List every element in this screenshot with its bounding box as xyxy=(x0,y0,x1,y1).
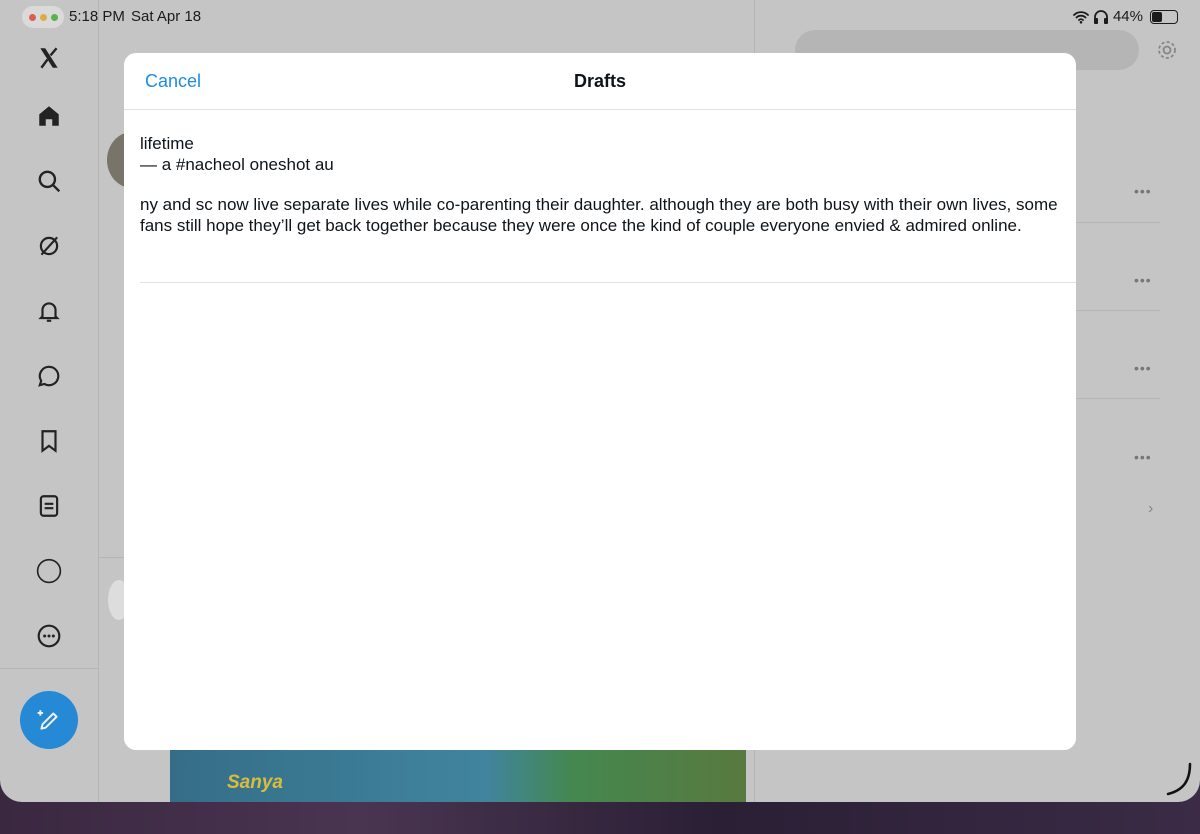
draft-line: — a #nacheol oneshot au xyxy=(140,154,334,174)
resize-corner-icon[interactable] xyxy=(1160,760,1200,800)
modal-header: Cancel Drafts xyxy=(124,53,1076,110)
draft-divider xyxy=(140,282,1076,283)
modal-title: Drafts xyxy=(573,71,626,91)
drafts-modal: Cancel Drafts lifetime — a #nacheol ones… xyxy=(124,53,1076,750)
draft-body: ny and sc now live separate lives while … xyxy=(140,195,1058,235)
draft-line: lifetime xyxy=(140,134,194,153)
draft-item[interactable]: lifetime — a #nacheol oneshot au ny and … xyxy=(140,134,1060,236)
